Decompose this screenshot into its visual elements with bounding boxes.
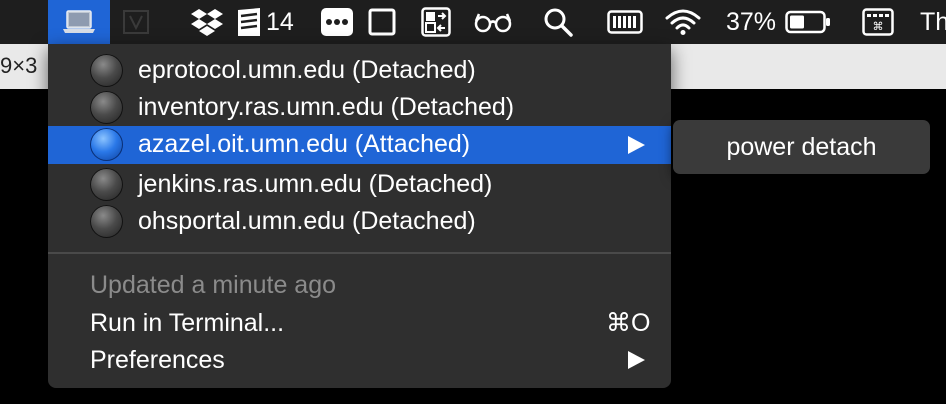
app-switcher-icon[interactable]: [418, 0, 454, 44]
search-icon[interactable]: [540, 0, 576, 44]
wifi-icon[interactable]: [662, 0, 704, 44]
host-label: ohsportal.umn.edu (Detached): [138, 207, 476, 235]
keyboard-icon[interactable]: ⌘: [860, 0, 896, 44]
status-dot-icon: [90, 91, 123, 124]
host-item-jenkins[interactable]: jenkins.ras.umn.edu (Detached): [48, 166, 671, 204]
run-in-terminal-item[interactable]: Run in Terminal... ⌘O: [48, 304, 671, 342]
battery-icon[interactable]: [784, 0, 832, 44]
clock-label: Th: [920, 7, 946, 36]
dropbox-icon[interactable]: [186, 0, 228, 44]
run-shortcut-label: ⌘O: [606, 309, 651, 337]
svg-text:⌘: ⌘: [873, 20, 884, 33]
clock[interactable]: Th: [920, 0, 946, 44]
status-dot-icon: [90, 54, 123, 87]
host-item-ohsportal[interactable]: ohsportal.umn.edu (Detached): [48, 203, 671, 241]
glasses-icon[interactable]: [472, 0, 514, 44]
laptop-icon[interactable]: [48, 0, 110, 44]
host-item-azazel[interactable]: azazel.oit.umn.edu (Attached): [48, 126, 671, 164]
submenu-arrow-icon: [628, 136, 645, 154]
status-dot-icon: [90, 168, 123, 201]
more-icon[interactable]: [318, 0, 356, 44]
host-label: azazel.oit.umn.edu (Attached): [138, 130, 471, 158]
menu-divider: [48, 252, 671, 254]
todo-count-label: 14: [266, 7, 294, 36]
preferences-item[interactable]: Preferences: [48, 341, 671, 379]
submenu-arrow-icon: [628, 351, 645, 369]
updated-status-label: Updated a minute ago: [90, 270, 337, 299]
battery-percent-label: 37%: [725, 7, 777, 36]
todo-stack-icon[interactable]: [234, 0, 264, 44]
square-window-icon[interactable]: [366, 0, 398, 44]
host-label: jenkins.ras.umn.edu (Detached): [138, 170, 493, 198]
updated-status: Updated a minute ago: [48, 266, 671, 304]
host-label: eprotocol.umn.edu (Detached): [138, 56, 476, 84]
battery-percent: 37%: [722, 0, 780, 44]
status-dot-icon: [90, 128, 123, 161]
vagrant-icon[interactable]: [118, 0, 154, 44]
status-dot-icon: [90, 205, 123, 238]
run-in-terminal-label: Run in Terminal...: [90, 308, 285, 337]
memory-icon[interactable]: [605, 0, 645, 44]
host-dropdown-menu: eprotocol.umn.edu (Detached) inventory.r…: [48, 44, 671, 388]
preferences-label: Preferences: [90, 345, 225, 374]
menu-bar: 14 37% ⌘ Th: [0, 0, 946, 44]
power-detach-label: power detach: [726, 132, 877, 161]
power-detach-item[interactable]: power detach: [673, 120, 930, 174]
todo-count: 14: [266, 0, 308, 44]
host-label: inventory.ras.umn.edu (Detached): [138, 93, 515, 121]
host-item-inventory[interactable]: inventory.ras.umn.edu (Detached): [48, 89, 671, 127]
background-window-text: 9×3: [0, 53, 38, 78]
host-item-eprotocol[interactable]: eprotocol.umn.edu (Detached): [48, 52, 671, 90]
